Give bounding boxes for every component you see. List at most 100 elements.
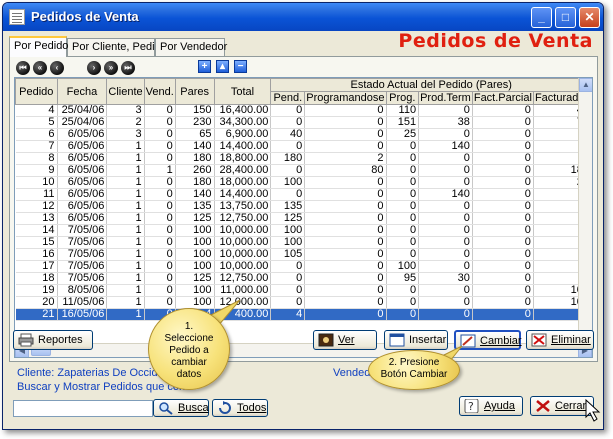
- form-title: Pedidos de Venta: [398, 30, 593, 52]
- callout-step1-line2: Seleccione: [164, 333, 214, 344]
- cell-prod-term: 0: [418, 224, 473, 237]
- table-row[interactable]: 187/05/061012512,750.0000953000: [15, 272, 592, 285]
- table-row[interactable]: 167/05/061010010,000.0010500000: [15, 248, 592, 261]
- cell-pend: 135: [270, 200, 306, 213]
- col-header-programandose[interactable]: Programandose: [304, 91, 387, 105]
- table-row[interactable]: 116/05/061014014,400.0000014000: [15, 188, 592, 201]
- cell-fecha: 16/05/06: [57, 308, 108, 321]
- prev-page-icon[interactable]: «: [33, 61, 47, 75]
- table-row[interactable]: 86/05/061018018,800.0018020000: [15, 152, 592, 165]
- cell-prog: 110: [386, 104, 420, 117]
- add-icon[interactable]: +: [198, 60, 211, 73]
- minimize-button[interactable]: _: [531, 7, 552, 28]
- eliminar-button[interactable]: Eliminar: [526, 330, 594, 350]
- col-header-prod-term[interactable]: Prod.Term: [418, 91, 473, 105]
- cell-prog: 0: [386, 308, 420, 321]
- cell-programandose: 0: [304, 116, 387, 129]
- cell-prog: 0: [386, 296, 420, 309]
- search-input[interactable]: [13, 400, 153, 417]
- ayuda-button[interactable]: ? Ayuda: [459, 396, 523, 416]
- table-row[interactable]: 2011/05/061010012,000.0000000100: [15, 296, 592, 309]
- main-window: Pedidos de Venta _ □ ✕ Por Pedido Por Cl…: [2, 2, 604, 430]
- title-bar[interactable]: Pedidos de Venta _ □ ✕: [3, 3, 603, 31]
- table-row[interactable]: 76/05/061014014,400.0000014000: [15, 140, 592, 153]
- vertical-scrollbar[interactable]: ▲ ▼: [578, 78, 592, 344]
- first-icon[interactable]: ⏮: [16, 61, 30, 75]
- callout-step1-line1: 1.: [184, 321, 194, 332]
- cell-total: 12,000.00: [214, 296, 272, 309]
- last-icon[interactable]: ⏭: [121, 61, 135, 75]
- ver-button[interactable]: Ver: [313, 330, 377, 350]
- search-icon: [159, 402, 173, 415]
- remove-icon[interactable]: −: [234, 60, 247, 73]
- cell-fecha: 7/05/06: [57, 224, 108, 237]
- busca-button[interactable]: Busca: [153, 399, 209, 417]
- tab-panel: ⏮ « ‹ › » ⏭ + ▴ − Pedido Fecha Cliente V…: [9, 56, 598, 362]
- table-row[interactable]: 425/04/063015016,400.00001100040: [15, 104, 592, 117]
- callout-step2-line1: 2. Presione: [388, 357, 440, 368]
- help-icon: ?: [464, 399, 479, 413]
- delete-icon: [531, 333, 547, 347]
- table-row[interactable]: 157/05/061010010,000.0010000000: [15, 236, 592, 249]
- cell-pend: 100: [270, 224, 306, 237]
- cell-total: 12,750.00: [214, 212, 272, 225]
- todos-button[interactable]: Todos: [212, 399, 268, 417]
- table-row[interactable]: 177/05/061010010,000.0000100000: [15, 260, 592, 273]
- cell-pedido: 14: [15, 224, 58, 237]
- table-row[interactable]: 106/05/061018018,000.00100000023: [15, 176, 592, 189]
- table-row[interactable]: 2116/05/06104400.00400000: [15, 308, 592, 321]
- cell-fact-parcial: 0: [472, 176, 534, 189]
- cell-pend: 4: [270, 308, 306, 321]
- cell-prog: 25: [386, 128, 420, 141]
- table-row[interactable]: 198/05/061010011,000.0000000100: [15, 284, 592, 297]
- orders-grid[interactable]: Pedido Fecha Cliente Vend. Pares Total E…: [14, 77, 593, 358]
- table-row[interactable]: 66/05/0630656,900.0040025000: [15, 128, 592, 141]
- table-row[interactable]: 525/04/062023034,300.000015138079: [15, 116, 592, 129]
- cell-fact-parcial: 0: [472, 188, 534, 201]
- cell-vend: 0: [144, 176, 176, 189]
- cell-fact-parcial: 0: [472, 272, 534, 285]
- col-header-fact-parcial[interactable]: Fact.Parcial: [471, 91, 534, 105]
- col-header-vend[interactable]: Vend.: [143, 78, 176, 105]
- table-row[interactable]: 147/05/061010010,000.0010000000: [15, 224, 592, 237]
- cell-cliente: 1: [106, 140, 145, 153]
- cell-programandose: 0: [304, 284, 387, 297]
- cell-cliente: 1: [106, 284, 145, 297]
- col-header-pend[interactable]: Pend.: [270, 91, 306, 105]
- cambiar-label: Cambiar: [480, 335, 522, 347]
- table-row[interactable]: 96/05/061126028,400.00080000180: [15, 164, 592, 177]
- cell-cliente: 1: [106, 188, 145, 201]
- tab-por-pedido[interactable]: Por Pedido: [9, 36, 68, 57]
- cell-fecha: 6/05/06: [57, 152, 108, 165]
- cerrar-button[interactable]: Cerrar: [530, 396, 594, 416]
- cell-pedido: 13: [15, 212, 58, 225]
- cell-pares: 100: [175, 224, 215, 237]
- cell-prod-term: 0: [418, 104, 473, 117]
- table-row[interactable]: 136/05/061012512,750.0012500000: [15, 212, 592, 225]
- scroll-up-icon[interactable]: ▲: [579, 78, 592, 92]
- cell-programandose: 0: [304, 308, 387, 321]
- tab-por-vendedor[interactable]: Por Vendedor: [155, 38, 227, 56]
- insertar-button[interactable]: Insertar: [384, 330, 448, 350]
- maximize-button[interactable]: □: [555, 7, 576, 28]
- grid-body: 425/04/063015016,400.00001100040525/04/0…: [15, 104, 592, 321]
- todos-label: Todos: [237, 402, 267, 414]
- reportes-button[interactable]: Reportes: [13, 330, 93, 350]
- next-icon[interactable]: ›: [87, 61, 101, 75]
- tab-por-cliente-pedido[interactable]: Por Cliente, Pedido: [67, 38, 167, 56]
- up-icon[interactable]: ▴: [216, 60, 229, 73]
- cell-total: 6,900.00: [214, 128, 272, 141]
- cambiar-button[interactable]: Cambiar: [454, 330, 522, 350]
- close-button[interactable]: ✕: [579, 7, 600, 28]
- col-header-cliente[interactable]: Cliente: [106, 78, 145, 105]
- col-header-pares[interactable]: Pares: [174, 78, 215, 105]
- cell-fact-parcial: 0: [472, 308, 534, 321]
- col-header-pedido[interactable]: Pedido: [15, 78, 58, 105]
- col-header-total[interactable]: Total: [213, 78, 272, 105]
- col-header-prog[interactable]: Prog.: [385, 91, 420, 105]
- cell-pedido: 16: [15, 248, 58, 261]
- next-page-icon[interactable]: »: [104, 61, 118, 75]
- col-header-fecha[interactable]: Fecha: [56, 78, 108, 105]
- prev-icon[interactable]: ‹: [50, 61, 64, 75]
- table-row[interactable]: 126/05/061013513,750.0013500000: [15, 200, 592, 213]
